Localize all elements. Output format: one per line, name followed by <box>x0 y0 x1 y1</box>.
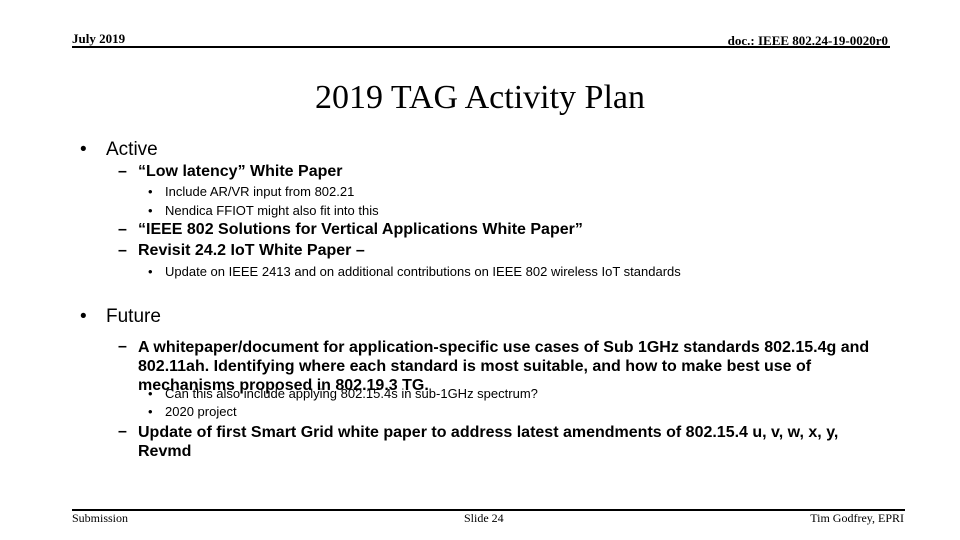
bullet-icon: • <box>80 306 87 327</box>
bullet-icon: • <box>80 139 87 160</box>
dash-icon: – <box>118 423 127 440</box>
list-subitem: 2020 project <box>165 404 237 419</box>
list-item: Update of first Smart Grid white paper t… <box>138 424 839 460</box>
slide-body: • Active – “Low latency” White Paper • I… <box>0 0 960 540</box>
list-subitem: Nendica FFIOT might also fit into this <box>165 203 379 218</box>
list-item: Revisit 24.2 IoT White Paper – <box>138 242 365 259</box>
list-subitem: Include AR/VR input from 802.21 <box>165 184 355 199</box>
bullet-icon: • <box>148 404 153 419</box>
dash-icon: – <box>118 242 127 259</box>
list-subitem: Update on IEEE 2413 and on additional co… <box>165 264 681 279</box>
footer-slide-number: Slide 24 <box>464 511 504 525</box>
bullet-icon: • <box>148 264 153 279</box>
list-subitem: Can this also include applying 802.15.4s… <box>165 386 538 401</box>
footer-author: Tim Godfrey, EPRI <box>810 511 904 525</box>
section-label-active: Active <box>106 139 158 160</box>
bullet-icon: • <box>148 203 153 218</box>
bullet-icon: • <box>148 184 153 199</box>
list-item: “Low latency” White Paper <box>138 163 343 180</box>
section-label-future: Future <box>106 306 161 327</box>
list-item: “IEEE 802 Solutions for Vertical Applica… <box>138 221 583 238</box>
dash-icon: – <box>118 221 127 238</box>
bullet-icon: • <box>148 386 153 401</box>
footer-submission: Submission <box>72 511 129 525</box>
dash-icon: – <box>118 338 127 355</box>
dash-icon: – <box>118 163 127 180</box>
